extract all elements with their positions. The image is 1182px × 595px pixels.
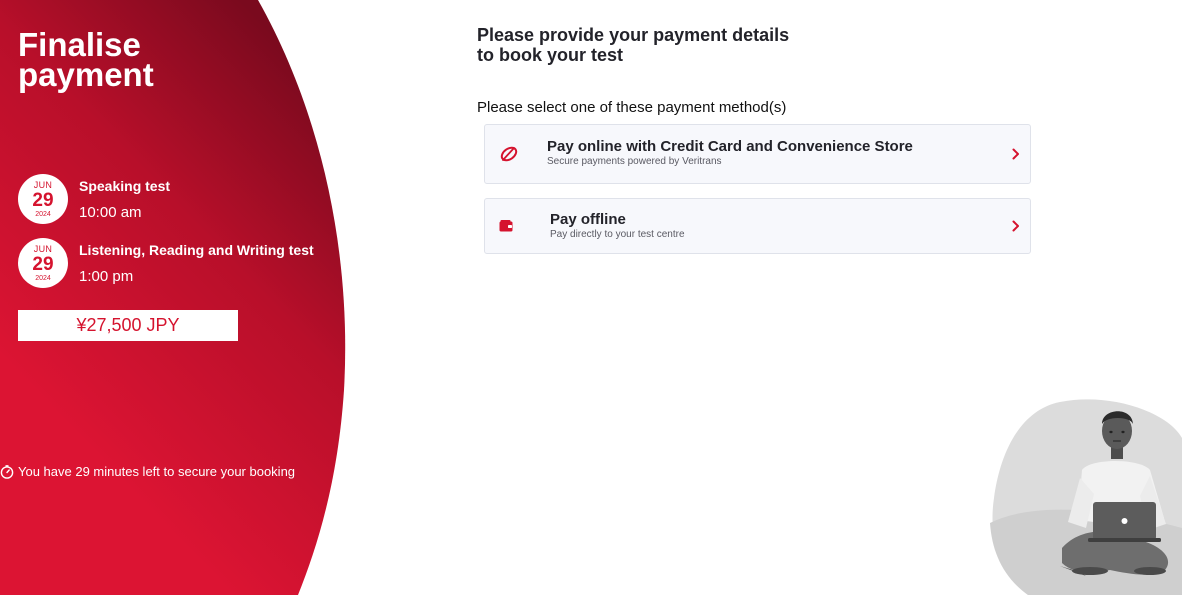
session-speaking: JUN 29 2024 Speaking test 10:00 am: [18, 174, 170, 224]
page-title: Finalise payment: [18, 26, 154, 93]
stopwatch-icon: [0, 464, 14, 479]
session-time: 10:00 am: [79, 204, 142, 221]
price-total: ¥27,500 JPY: [18, 310, 238, 341]
pay-online-title: Pay online with Credit Card and Convenie…: [547, 138, 913, 155]
date-month: JUN: [33, 179, 53, 190]
session-name: Listening, Reading and Writing test: [79, 242, 314, 258]
payment-method-prompt: Please select one of these payment metho…: [477, 99, 787, 116]
timer-text: You have 29 minutes left to secure your …: [18, 464, 296, 479]
pay-offline-subtitle: Pay directly to your test centre: [550, 229, 685, 240]
person-with-laptop-illustration: [990, 399, 1182, 595]
pay-offline-option[interactable]: Pay offline Pay directly to your test ce…: [484, 198, 1031, 254]
booking-timer: You have 29 minutes left to secure your …: [0, 464, 295, 479]
booking-summary-panel: Finalise payment JUN 29 2024 Speaking te…: [0, 0, 350, 595]
date-month: JUN: [33, 243, 53, 254]
date-day: 29: [32, 253, 54, 275]
veritrans-logo-icon: [500, 146, 518, 162]
pay-online-option[interactable]: Pay online with Credit Card and Convenie…: [484, 124, 1031, 184]
pay-online-subtitle: Secure payments powered by Veritrans: [547, 156, 722, 167]
session-time: 1:00 pm: [79, 268, 134, 285]
session-name: Speaking test: [79, 178, 171, 194]
session-lrw: JUN 29 2024 Listening, Reading and Writi…: [18, 238, 314, 288]
payment-heading: Please provide your payment details to b…: [477, 25, 790, 65]
pay-offline-title: Pay offline: [550, 211, 626, 228]
date-day: 29: [32, 189, 54, 211]
chevron-right-icon: [1012, 148, 1019, 160]
chevron-right-icon: [1012, 220, 1019, 232]
date-year: 2024: [35, 274, 51, 282]
date-badge: JUN 29 2024: [18, 174, 68, 224]
wallet-icon: [499, 220, 513, 232]
date-year: 2024: [35, 210, 51, 218]
date-badge: JUN 29 2024: [18, 238, 68, 288]
